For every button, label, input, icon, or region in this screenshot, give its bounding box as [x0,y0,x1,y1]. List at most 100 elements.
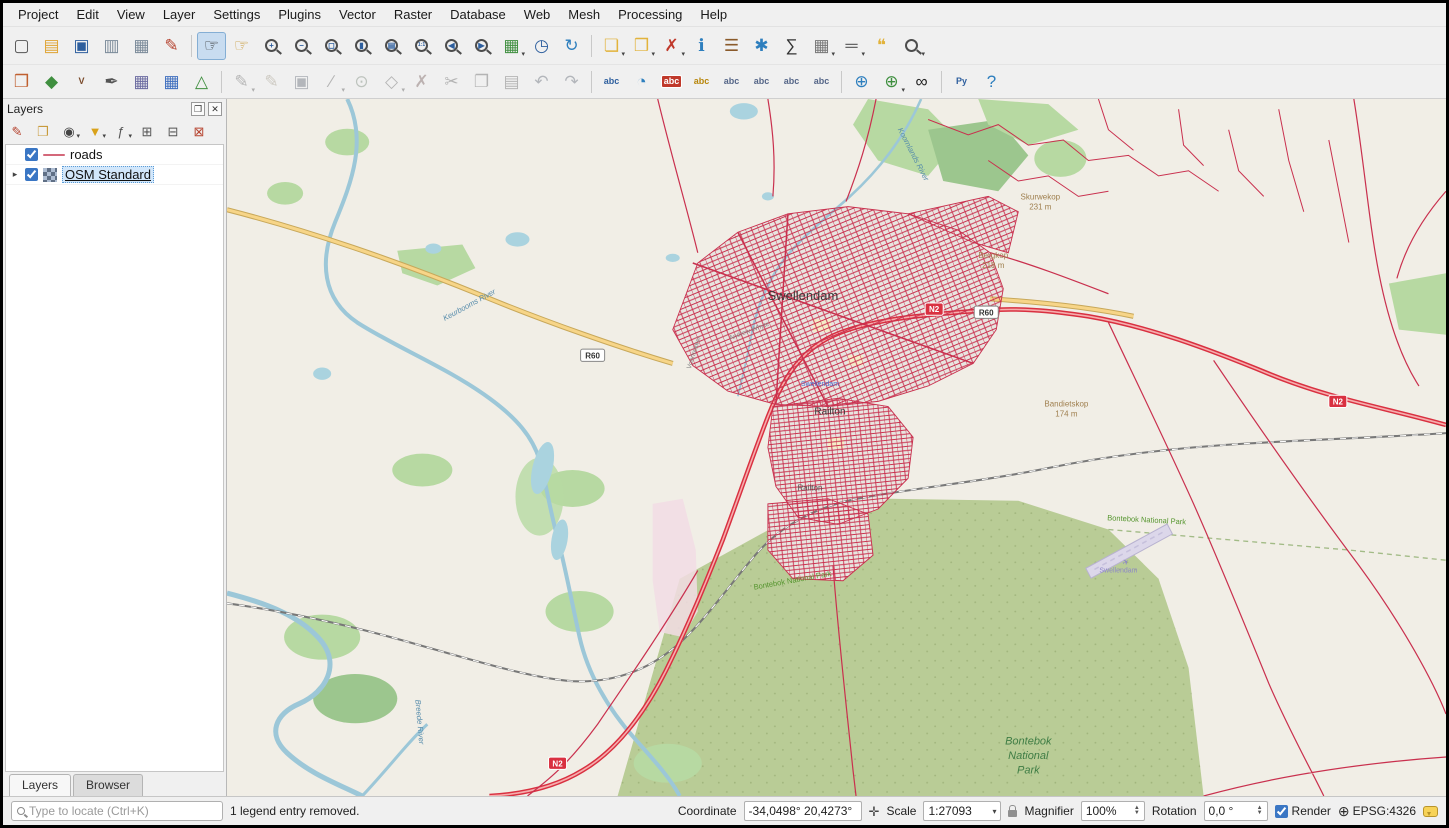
metasearch-button[interactable]: ⊕ [847,68,876,96]
style-manager-button[interactable]: ✎ [157,32,186,60]
select-features-button[interactable]: ❏▾ [597,32,626,60]
pan-map-button[interactable]: ☞ [197,32,226,60]
new-mesh-layer-button[interactable]: △ [187,68,216,96]
pin-unpin-labels-button[interactable]: abc [657,68,686,96]
change-label-properties-button[interactable]: abc [807,68,836,96]
collapse-all-button[interactable]: ⊟ [161,121,185,142]
new-map-view-button[interactable]: ▦▾ [497,32,526,60]
processing-toolbox-button[interactable]: ✱ [747,32,776,60]
zoom-in-button[interactable]: + [257,32,286,60]
map-tips-button[interactable]: ❝ [867,32,896,60]
manage-map-themes-button[interactable]: ◉▾ [57,121,81,142]
layer-item-osm-standard[interactable]: ▸ OSM Standard [6,165,223,185]
menu-layer[interactable]: Layer [154,4,205,25]
menu-help[interactable]: Help [691,4,736,25]
show-hide-labels-button[interactable]: abc [717,68,746,96]
zoom-last-button[interactable]: ◀ [437,32,466,60]
expander-icon[interactable]: ▸ [10,169,20,180]
extents-icon[interactable]: ✛ [869,805,880,818]
rotate-label-button[interactable]: abc [777,68,806,96]
layer-visibility-checkbox[interactable] [25,148,38,161]
zoom-next-button[interactable]: ▶ [467,32,496,60]
current-edits-button[interactable]: ✎▾ [227,68,256,96]
search-places-button[interactable]: ∞ [907,68,936,96]
move-label-button[interactable]: abc [747,68,776,96]
vertex-tool-button[interactable]: ◇▾ [377,68,406,96]
menu-view[interactable]: View [108,4,154,25]
open-project-button[interactable]: ▤ [37,32,66,60]
locate-input[interactable] [29,804,217,818]
paste-features-button[interactable]: ▤ [497,68,526,96]
zoom-to-layer-button[interactable]: ▤ [377,32,406,60]
filter-legend-by-expression-button[interactable]: ƒ▾ [109,121,133,142]
filter-legend-button[interactable]: ▼▾ [83,121,107,142]
map-canvas[interactable]: ✈ SwellendamRailtonRailtonSkurwekop231 m… [227,99,1446,796]
scale-combo[interactable]: 1:27093 ▾ [923,801,1001,821]
highlight-pinned-labels-button[interactable]: abc [687,68,716,96]
web-services-button[interactable]: ⊕▾ [877,68,906,96]
close-panel-button[interactable]: ✕ [208,102,222,116]
select-features-by-value-button[interactable]: ❒▾ [627,32,656,60]
open-data-source-manager-button[interactable]: ❒ [7,68,36,96]
menu-plugins[interactable]: Plugins [269,4,330,25]
log-messages-icon[interactable] [1423,806,1438,817]
save-layer-edits-button[interactable]: ▣ [287,68,316,96]
zoom-native-button[interactable]: 1:1 [407,32,436,60]
toggle-editing-button[interactable]: ✎ [257,68,286,96]
menu-database[interactable]: Database [441,4,515,25]
crs-status[interactable]: ⊕ EPSG:4326 [1338,803,1416,820]
redo-button[interactable]: ↷ [557,68,586,96]
python-console-button[interactable]: Py [947,68,976,96]
layer-visibility-checkbox[interactable] [25,168,38,181]
layer-label[interactable]: OSM Standard [62,166,154,183]
expand-all-button[interactable]: ⊞ [135,121,159,142]
save-project-button[interactable]: ▣ [67,32,96,60]
menu-web[interactable]: Web [515,4,560,25]
add-group-button[interactable]: ❐ [31,121,55,142]
cut-features-button[interactable]: ✂ [437,68,466,96]
layer-item-roads[interactable]: roads [6,145,223,165]
zoom-out-button[interactable]: − [287,32,316,60]
refresh-map-button[interactable]: ↻ [557,32,586,60]
add-feature-button[interactable]: ⊙ [347,68,376,96]
menu-processing[interactable]: Processing [609,4,691,25]
layer-diagram-button[interactable]: ◔ [627,68,656,96]
undo-button[interactable]: ↶ [527,68,556,96]
help-contents-button[interactable]: ? [977,68,1006,96]
render-toggle[interactable]: Render [1275,804,1331,818]
float-panel-button[interactable]: ❐ [191,102,205,116]
coordinate-value[interactable]: -34,0498° 20,4273° [744,801,862,821]
osm-place-search-button[interactable]: ▾ [897,32,926,60]
rotation-spin[interactable]: 0,0 ° ▲▼ [1204,801,1268,821]
new-spatialite-layer-button[interactable]: ✒ [97,68,126,96]
panel-tab-layers[interactable]: Layers [9,774,71,796]
field-calculator-button[interactable]: ☰ [717,32,746,60]
show-layout-manager-button[interactable]: ▦ [127,32,156,60]
new-project-button[interactable]: ▢ [7,32,36,60]
menu-project[interactable]: Project [9,4,67,25]
remove-layer-button[interactable]: ⊠ [187,121,211,142]
digitize-with-segment-button[interactable]: ∕▾ [317,68,346,96]
spinner-arrows-icon[interactable]: ▲▼ [1134,806,1140,816]
copy-features-button[interactable]: ❐ [467,68,496,96]
new-geopackage-layer-button[interactable]: ◆ [37,68,66,96]
zoom-full-button[interactable]: ◻ [317,32,346,60]
open-layer-styling-button[interactable]: ✎ [5,121,29,142]
pan-map-to-selection-button[interactable]: ☞ [227,32,256,60]
statistical-summary-button[interactable]: ∑ [777,32,806,60]
new-print-layout-button[interactable]: ▥ [97,32,126,60]
new-virtual-layer-button[interactable]: ▦ [157,68,186,96]
deselect-features-button[interactable]: ✗▾ [657,32,686,60]
locate-search[interactable] [11,801,223,821]
zoom-to-selection-button[interactable]: ▮ [347,32,376,60]
delete-selected-button[interactable]: ✗ [407,68,436,96]
temporal-controller-button[interactable]: ◷ [527,32,556,60]
new-shapefile-layer-button[interactable]: V [67,68,96,96]
lock-scale-icon[interactable] [1008,810,1017,817]
menu-raster[interactable]: Raster [385,4,441,25]
measure-line-button[interactable]: ═▾ [837,32,866,60]
render-checkbox[interactable] [1275,805,1288,818]
menu-edit[interactable]: Edit [67,4,107,25]
menu-vector[interactable]: Vector [330,4,385,25]
layer-labeling-button[interactable]: abc [597,68,626,96]
